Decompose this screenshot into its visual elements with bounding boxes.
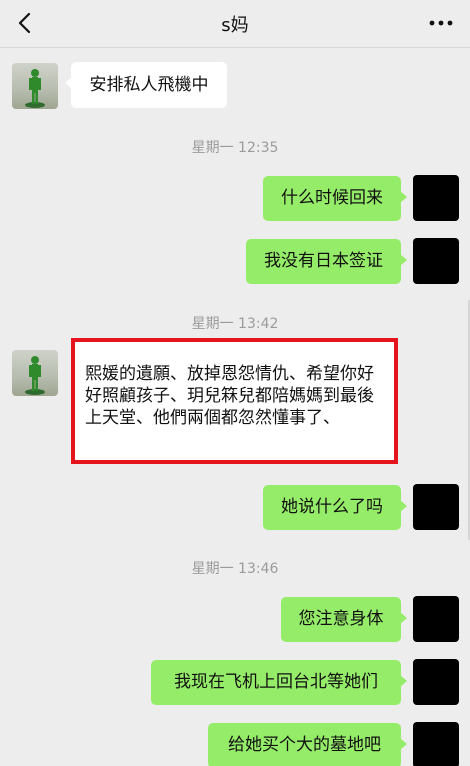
message-bubble-outgoing[interactable]: 我现在飞机上回台北等她们	[151, 660, 407, 705]
message-text: 她说什么了吗	[281, 497, 383, 518]
toy-soldier-avatar-image	[25, 69, 45, 108]
contact-avatar[interactable]	[12, 63, 58, 109]
more-button[interactable]	[424, 6, 458, 40]
message-text: 什么时候回来	[281, 188, 383, 209]
message-text: 我现在飞机上回台北等她们	[174, 672, 378, 693]
message-bubble-outgoing[interactable]: 什么时候回来	[263, 176, 407, 221]
my-avatar[interactable]	[413, 596, 459, 642]
my-avatar[interactable]	[413, 722, 459, 766]
timestamp: 星期一 12:35	[191, 140, 279, 156]
chat-header: s妈	[0, 0, 470, 48]
timestamp: 星期一 13:46	[191, 561, 279, 577]
message-bubble-outgoing[interactable]: 给她买个大的墓地吧	[208, 723, 407, 766]
contact-avatar[interactable]	[12, 350, 58, 396]
message-bubble-outgoing[interactable]: 她说什么了吗	[263, 485, 407, 530]
message-bubble-incoming-highlighted[interactable]: 熙媛的遺願、放掉恩怨情仇、希望你好好照顧孩子、玥兒箖兒都陪媽媽到最後上天堂、他們…	[71, 338, 398, 464]
message-text: 给她买个大的墓地吧	[228, 735, 381, 756]
toy-soldier-avatar-image	[25, 356, 45, 395]
chat-title: s妈	[221, 15, 249, 36]
message-bubble-outgoing[interactable]: 您注意身体	[281, 597, 407, 642]
message-text: 安排私人飛機中	[89, 74, 209, 95]
message-bubble-incoming[interactable]: 安排私人飛機中	[65, 62, 227, 108]
message-text: 熙媛的遺願、放掉恩怨情仇、希望你好好照顧孩子、玥兒箖兒都陪媽媽到最後上天堂、他們…	[85, 364, 374, 428]
timestamp: 星期一 13:42	[191, 316, 279, 332]
more-dots-icon	[429, 20, 453, 26]
my-avatar[interactable]	[413, 238, 459, 284]
message-text: 您注意身体	[298, 609, 384, 630]
my-avatar[interactable]	[413, 484, 459, 530]
message-bubble-outgoing[interactable]: 我没有日本签证	[246, 239, 407, 284]
message-text: 我没有日本签证	[264, 251, 383, 272]
my-avatar[interactable]	[413, 659, 459, 705]
my-avatar[interactable]	[413, 175, 459, 221]
